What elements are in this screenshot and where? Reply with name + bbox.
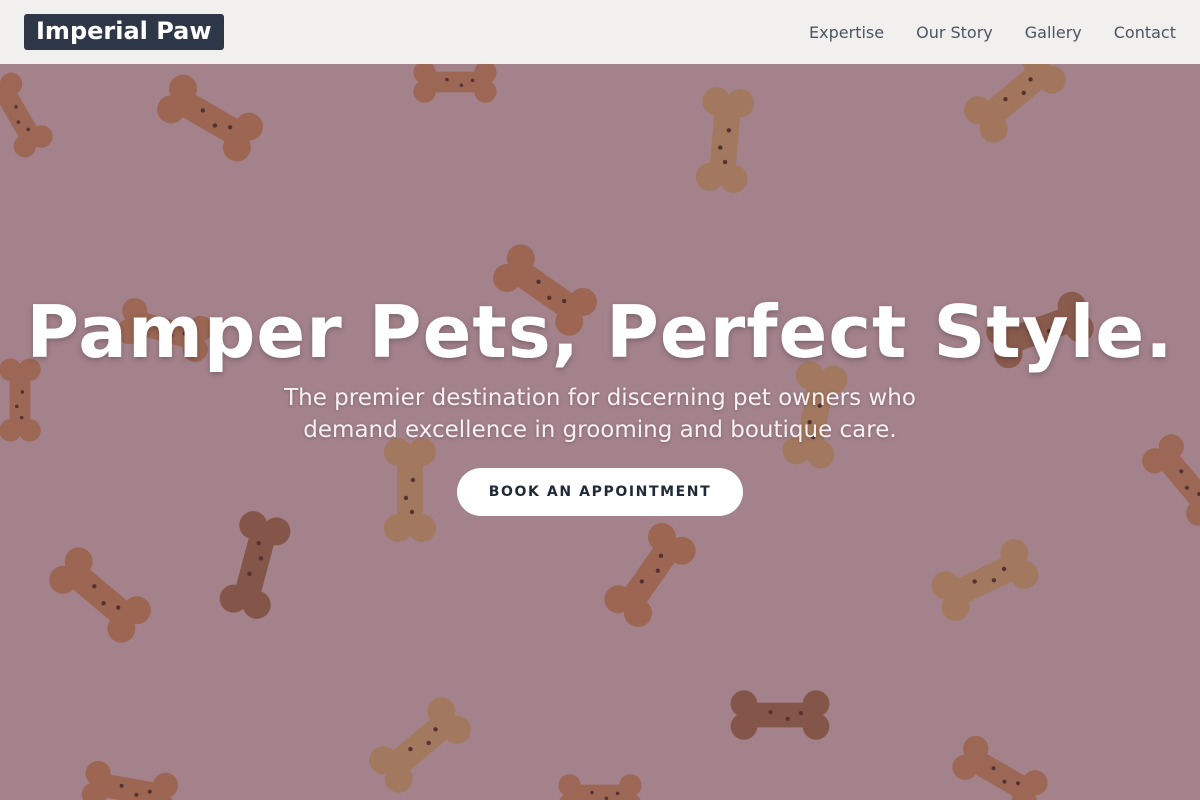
nav-link-gallery[interactable]: Gallery: [1025, 23, 1082, 42]
brand-logo[interactable]: Imperial Paw: [24, 14, 224, 50]
hero-content: Pamper Pets, Perfect Style. The premier …: [0, 288, 1200, 516]
hero-subtitle: The premier destination for discerning p…: [284, 385, 916, 443]
nav-link-expertise[interactable]: Expertise: [809, 23, 884, 42]
site-header: Imperial Paw Expertise Our Story Gallery…: [0, 0, 1200, 64]
nav-link-our-story[interactable]: Our Story: [916, 23, 993, 42]
nav-link-contact[interactable]: Contact: [1114, 23, 1176, 42]
main-nav: Expertise Our Story Gallery Contact: [809, 23, 1176, 42]
hero-title: Pamper Pets, Perfect Style.: [26, 290, 1174, 374]
book-appointment-button[interactable]: BOOK AN APPOINTMENT: [456, 468, 744, 516]
